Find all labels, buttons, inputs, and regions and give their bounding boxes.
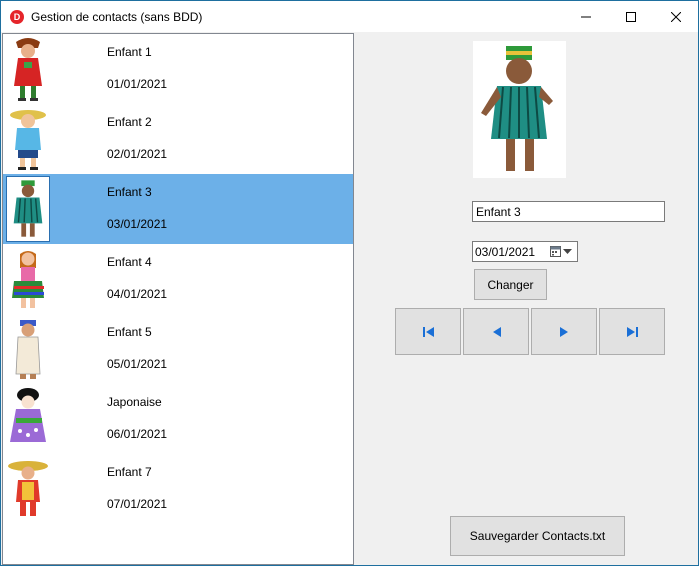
title-bar[interactable]: D Gestion de contacts (sans BDD) (1, 1, 698, 32)
save-contacts-button[interactable]: Sauvegarder Contacts.txt (450, 516, 625, 556)
child-striped-robe-icon (6, 176, 50, 242)
date-picker[interactable]: 03/01/2021 (472, 241, 578, 262)
chevron-down-icon[interactable] (563, 249, 572, 254)
contact-name: Enfant 7 (107, 465, 152, 479)
contact-row[interactable]: Enfant 7 07/01/2021 (3, 454, 353, 524)
name-input[interactable] (472, 201, 665, 222)
minimize-button[interactable] (563, 1, 608, 32)
contacts-list[interactable]: Enfant 1 01/01/2021 Enfant 2 02/01/2021 (2, 33, 354, 565)
arrow-left-icon (492, 326, 501, 337)
arrow-right-icon (559, 326, 568, 337)
skip-last-icon (626, 326, 638, 337)
skip-first-icon (422, 326, 434, 337)
contact-date: 07/01/2021 (107, 497, 168, 511)
last-record-button[interactable] (599, 308, 665, 355)
contact-name: Enfant 4 (107, 255, 152, 269)
contact-name: Enfant 3 (107, 185, 152, 199)
calendar-icon[interactable] (550, 245, 561, 257)
contact-row-selected[interactable]: Enfant 3 03/01/2021 (3, 174, 353, 244)
contact-date: 03/01/2021 (107, 217, 168, 231)
contact-name: Japonaise (107, 395, 162, 409)
contact-row[interactable]: Enfant 5 05/01/2021 (3, 314, 353, 384)
child-colorful-skirt-icon (12, 251, 44, 308)
contact-row[interactable]: Enfant 1 01/01/2021 (3, 34, 353, 104)
contact-name: Enfant 2 (107, 115, 152, 129)
child-straw-hat-icon (10, 110, 46, 170)
next-record-button[interactable] (531, 308, 597, 355)
contact-name: Enfant 5 (107, 325, 152, 339)
contact-date: 02/01/2021 (107, 147, 168, 161)
contact-date: 05/01/2021 (107, 357, 168, 371)
contact-name: Enfant 1 (107, 45, 152, 59)
previous-record-button[interactable] (463, 308, 529, 355)
maximize-button[interactable] (608, 1, 653, 32)
japanese-girl-kimono-icon (10, 388, 46, 442)
change-button[interactable]: Changer (474, 269, 547, 300)
contact-row[interactable]: Enfant 4 04/01/2021 (3, 244, 353, 314)
contact-date: 04/01/2021 (107, 287, 168, 301)
first-record-button[interactable] (395, 308, 461, 355)
minimize-icon (580, 16, 591, 17)
maximize-icon (625, 11, 636, 22)
contact-row[interactable]: Japonaise 06/01/2021 (3, 384, 353, 454)
app-logo-icon: D (10, 10, 24, 24)
child-sombrero-icon (8, 461, 48, 516)
close-icon (670, 11, 681, 22)
contact-date: 01/01/2021 (107, 77, 168, 91)
contact-row[interactable]: Enfant 2 02/01/2021 (3, 104, 353, 174)
contact-photo (473, 41, 566, 178)
app-window: D Gestion de contacts (sans BDD) Enfant (0, 0, 699, 566)
contact-date: 06/01/2021 (107, 427, 168, 441)
date-value: 03/01/2021 (475, 245, 536, 259)
window-title: Gestion de contacts (sans BDD) (31, 10, 203, 24)
close-button[interactable] (653, 1, 698, 32)
child-white-robe-icon (15, 320, 41, 379)
child-red-dress-icon (14, 38, 42, 101)
